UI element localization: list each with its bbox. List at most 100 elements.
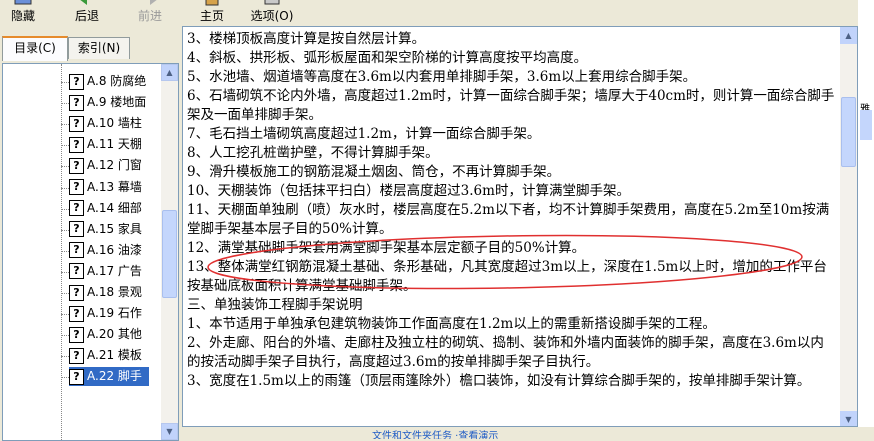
scroll-up-arrow-icon[interactable]: ▲: [161, 64, 178, 81]
tree-connector: [61, 293, 69, 294]
toolbar: 隐藏 后退 前进 主页 选项(O): [0, 0, 858, 26]
tab-index[interactable]: 索引(N): [68, 37, 130, 59]
tree-connector: [61, 103, 69, 105]
content-paragraph: 12、满堂基础脚手架套用满堂脚手架基本层定额子目的50%计算。: [187, 240, 586, 256]
help-topic-icon: ?: [69, 221, 84, 238]
forward-button[interactable]: 前进: [133, 0, 167, 26]
tree-item[interactable]: ? A.8 防腐绝: [69, 72, 149, 91]
home-button[interactable]: 主页: [195, 0, 229, 26]
tree-item-label: A.15 家具: [87, 221, 142, 236]
hide-button[interactable]: 隐藏: [6, 0, 40, 26]
tree-item-label: A.11 天棚: [87, 137, 142, 152]
tree-item-label: A.13 幕墙: [87, 179, 142, 194]
help-topic-icon: ?: [69, 94, 84, 111]
content-paragraph: 10、天棚装饰（包括抹平扫白）楼层高度超过3.6m时，计算满堂脚手架。: [187, 183, 630, 199]
forward-arrow-icon: [140, 0, 160, 6]
help-topic-icon: ?: [69, 200, 84, 217]
hide-icon: [13, 0, 33, 6]
tree-item[interactable]: ? A.20 其他: [69, 325, 149, 344]
home-icon: [202, 0, 222, 6]
tree-item[interactable]: ? A.15 家具: [69, 220, 149, 239]
content-paragraph: 3、宽度在1.5m以上的雨篷（顶层雨篷除外）檐口装饰，如没有计算综合脚手架的，按…: [187, 373, 811, 389]
tab-contents[interactable]: 目录(C): [2, 36, 68, 61]
content-scroll-thumb[interactable]: [841, 97, 856, 167]
help-topic-icon: ?: [69, 115, 84, 132]
tree-item-label: A.8 防腐绝: [87, 74, 147, 88]
background-bottom-text: 文件和文件夹任务 ·查看演示: [372, 431, 499, 439]
content-paragraph: 2、外走廊、阳台的外墙、走廊柱及独立柱的砌筑、捣制、装饰和外墙内面装饰的脚手架，…: [187, 335, 824, 371]
content-paragraph: 11、天棚面单独刷（喷）灰水时，楼层高度在5.2m以下者，均不计算脚手架费用，高…: [187, 202, 830, 238]
background-scroll-thumb: [860, 110, 872, 140]
content-paragraph: 9、滑升模板施工的钢筋混凝土烟囱、筒仓，不再计算脚手架。: [187, 164, 561, 180]
content-paragraph: 8、人工挖孔桩凿护壁，不得计算脚手架。: [187, 145, 439, 161]
tree-item-label: A.19 石作: [87, 306, 142, 321]
tree-connector: [61, 208, 69, 210]
options-label: 选项(O): [250, 9, 294, 23]
content-paragraph: 13、整体满堂红钢筋混凝土基础、条形基础，凡其宽度超过3m以上，深度在1.5m以…: [187, 259, 827, 295]
content-scroll-up-arrow-icon[interactable]: ▲: [840, 27, 857, 44]
tree-item[interactable]: ? A.22 脚手: [69, 367, 149, 387]
help-topic-icon: ?: [69, 73, 84, 90]
content-scrollbar[interactable]: ▲ ▼: [840, 27, 857, 426]
tree-item-label: A.12 门窗: [87, 158, 142, 173]
tree-item-label: A.16 油漆: [87, 242, 142, 257]
options-button[interactable]: 选项(O): [245, 0, 299, 26]
options-icon: [262, 0, 282, 6]
content-paragraph: 6、石墙砌筑不论内外墙，高度超过1.2m时，计算一面综合脚手架；墙厚大于40cm…: [187, 88, 835, 124]
help-topic-icon: ?: [69, 305, 84, 322]
tree-connector: [61, 335, 69, 337]
tree-scrollbar[interactable]: ▲ ▼: [161, 64, 178, 440]
content-paragraph: 3、楼梯顶板高度计算是按自然层计算。: [187, 31, 426, 47]
tree-item[interactable]: ? A.16 油漆: [69, 241, 149, 260]
tree-item-label: A.10 墙柱: [87, 116, 142, 131]
content-paragraph: 7、毛石挡土墙砌筑高度超过1.2m，计算一面综合脚手架。: [187, 126, 541, 142]
tree-item[interactable]: ? A.17 广告: [69, 262, 149, 281]
help-topic-icon: ?: [69, 242, 84, 259]
navigation-pane: 目录(C) 索引(N) ? A.8 防腐绝? A.9 楼地面? A.10 墙柱? A.1…: [0, 26, 179, 441]
tree-item[interactable]: ? A.21 模板: [69, 346, 149, 365]
help-topic-icon: ?: [69, 368, 84, 385]
back-button[interactable]: 后退: [70, 0, 104, 26]
tree-connector: [61, 187, 69, 189]
help-topic-icon: ?: [69, 284, 84, 301]
tree-item-label: A.22 脚手: [87, 369, 142, 384]
tree-item[interactable]: ? A.19 石作: [69, 304, 149, 323]
back-arrow-icon: [77, 0, 97, 6]
background-window-edge: 雅: [858, 0, 874, 439]
tree-item-label: A.9 楼地面: [87, 95, 147, 110]
help-topic-icon: ?: [69, 179, 84, 195]
tree-item[interactable]: ? A.10 墙柱: [69, 114, 149, 133]
tree-item-label: A.14 细部: [87, 200, 142, 215]
content-paragraph: 4、斜板、拱形板、弧形板屋面和架空阶梯的计算高度按平均高度。: [187, 50, 588, 66]
tree-connector: [61, 356, 69, 358]
home-label: 主页: [199, 9, 224, 23]
back-label: 后退: [74, 9, 99, 23]
scroll-down-arrow-icon[interactable]: ▼: [161, 423, 178, 440]
content-scroll-down-arrow-icon[interactable]: ▼: [840, 411, 857, 426]
tree-connector: [61, 145, 69, 147]
tree-item[interactable]: ? A.18 景观: [69, 283, 149, 302]
tree-item[interactable]: ? A.14 细部: [69, 199, 149, 218]
tree-connector: [61, 250, 69, 252]
tree-item[interactable]: ? A.11 天棚: [69, 135, 149, 154]
tree-connector: [61, 166, 69, 168]
content-paragraph: 1、本节适用于单独承包建筑物装饰工作面高度在1.2m以上的需重新搭设脚手架的工程…: [187, 316, 716, 332]
help-topic-icon: ?: [69, 136, 84, 153]
tree-connector: [61, 314, 69, 316]
tree-item[interactable]: ? A.9 楼地面: [69, 93, 149, 112]
tree-connector: [61, 271, 69, 273]
tree-item-label: A.20 其他: [87, 327, 142, 342]
tree-scroll-thumb[interactable]: [162, 210, 177, 298]
tree-item-label: A.21 模板: [87, 348, 142, 363]
hide-label: 隐藏: [10, 9, 35, 23]
help-topic-icon: ?: [69, 263, 84, 280]
tree-connector: [61, 229, 69, 231]
tree-item[interactable]: ? A.12 门窗: [69, 156, 149, 175]
tree-item-label: A.18 景观: [87, 285, 142, 299]
tree-item-label: A.17 广告: [87, 263, 142, 278]
help-topic-icon: ?: [69, 326, 84, 343]
tree-connector: [61, 377, 69, 379]
tree-item[interactable]: ? A.13 幕墙: [69, 178, 149, 197]
content-paragraph: 三、单独装饰工程脚手架说明: [187, 297, 363, 313]
content-paragraph: 5、水池墙、烟道墙等高度在3.6m以内套用单排脚手架，3.6m以上套用综合脚手架…: [187, 69, 697, 85]
